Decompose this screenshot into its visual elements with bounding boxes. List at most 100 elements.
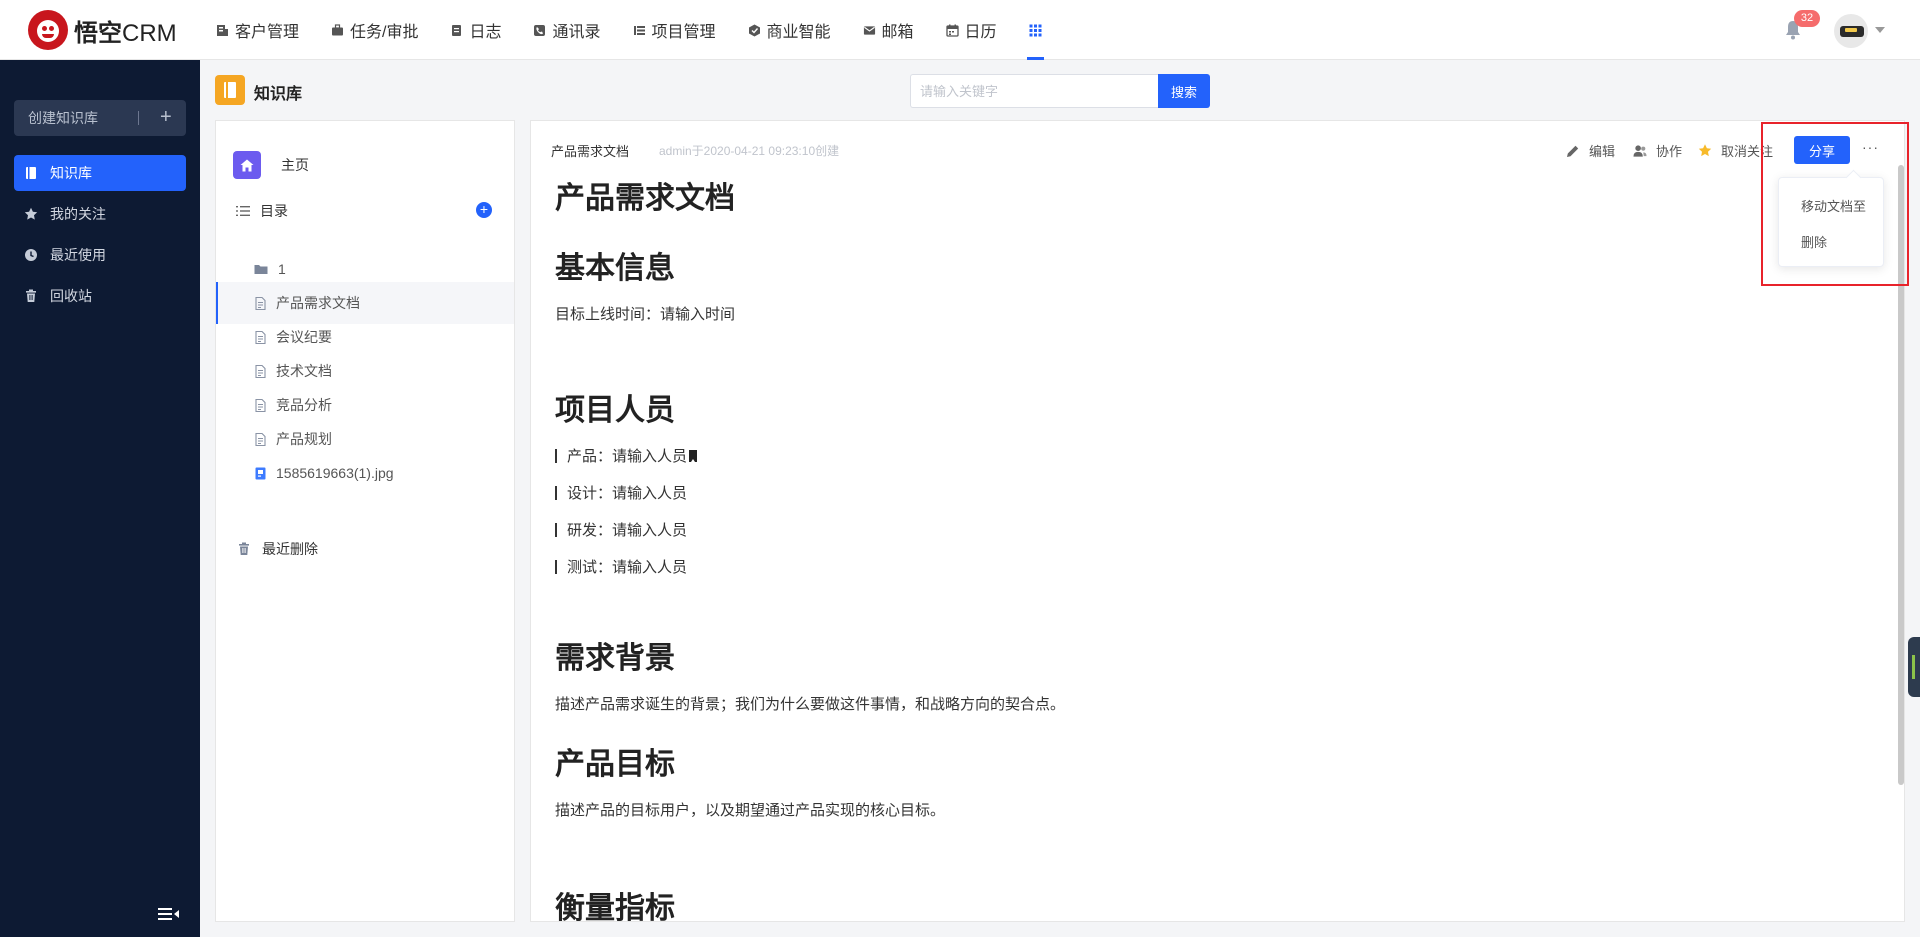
sidebar-item-recycle-bin[interactable]: 回收站 xyxy=(14,278,186,314)
side-tool-tab[interactable] xyxy=(1908,637,1920,697)
list-icon xyxy=(236,206,250,216)
section-heading: 产品目标 xyxy=(555,747,675,782)
directory-panel: 主页 目录 + 1 产品需求文档 会议纪要 技术文档 竞品分析 产品规划 158… xyxy=(215,120,515,922)
document-icon xyxy=(254,432,266,446)
nav-label: 项目管理 xyxy=(651,24,716,41)
list-item: 研发：请输入人员 xyxy=(555,519,687,540)
tree-item-label: 1 xyxy=(278,261,286,277)
nav-label: 邮箱 xyxy=(881,24,914,41)
image-file-icon xyxy=(254,466,266,480)
section-heading: 需求背景 xyxy=(555,641,675,676)
log-icon xyxy=(450,24,463,37)
section-heading: 项目人员 xyxy=(555,393,675,428)
nav-mail[interactable]: 邮箱 xyxy=(847,0,930,60)
document-icon xyxy=(254,364,266,378)
directory-label: 目录 xyxy=(260,203,288,219)
notification-badge: 32 xyxy=(1794,10,1820,27)
edit-button[interactable]: 编辑 xyxy=(1566,141,1615,160)
tree-item-label: 产品需求文档 xyxy=(276,295,360,311)
section-heading: 衡量指标 xyxy=(555,891,675,922)
paragraph: 描述产品需求诞生的背景；我们为什么要做这件事情，和战略方向的契合点。 xyxy=(555,696,1066,713)
divider xyxy=(138,111,139,125)
search-button[interactable]: 搜索 xyxy=(1158,74,1210,108)
nav-label: 商业智能 xyxy=(766,24,831,41)
clock-icon xyxy=(24,248,38,262)
pencil-icon xyxy=(1566,144,1580,158)
star-icon xyxy=(1698,144,1712,158)
plus-icon[interactable]: + xyxy=(160,106,172,129)
bi-icon xyxy=(748,24,761,37)
document-icon xyxy=(254,296,266,310)
main-nav: 客户管理 任务/审批 日志 通讯录 项目管理 商业智能 邮箱 日历 xyxy=(200,0,1058,60)
people-icon xyxy=(1633,144,1647,158)
page-title: 知识库 xyxy=(254,86,303,103)
home-label: 主页 xyxy=(281,157,309,173)
sidebar-item-label: 我的关注 xyxy=(50,206,106,222)
nav-label: 日历 xyxy=(964,24,997,41)
tree-item-label: 技术文档 xyxy=(276,363,332,379)
nav-log[interactable]: 日志 xyxy=(434,0,517,60)
book-icon xyxy=(24,166,38,180)
nav-calendar[interactable]: 日历 xyxy=(930,0,1013,60)
project-icon xyxy=(633,24,646,37)
sidebar-item-knowledge-base[interactable]: 知识库 xyxy=(14,155,186,191)
bookmark-icon xyxy=(689,449,698,462)
avatar[interactable] xyxy=(1834,14,1868,48)
nav-label: 通讯录 xyxy=(552,24,601,41)
star-icon xyxy=(24,207,38,221)
tree-home[interactable]: 主页 xyxy=(233,151,309,179)
knowledge-base-badge-icon xyxy=(215,75,245,105)
collaborate-button[interactable]: 协作 xyxy=(1633,141,1682,160)
tree-item-image[interactable]: 1585619663(1).jpg xyxy=(216,452,514,494)
nav-bi[interactable]: 商业智能 xyxy=(732,0,847,60)
top-bar: 悟空CRM 客户管理 任务/审批 日志 通讯录 项目管理 商业智能 邮箱 日历 … xyxy=(0,0,1920,60)
nav-label: 日志 xyxy=(469,24,502,41)
create-knowledge-base-button[interactable]: 创建知识库 + xyxy=(14,100,186,136)
document-icon xyxy=(254,330,266,344)
app-logo[interactable]: 悟空CRM xyxy=(28,10,177,50)
edit-label: 编辑 xyxy=(1589,144,1616,159)
chevron-down-icon[interactable] xyxy=(1875,27,1885,33)
app-grid-icon xyxy=(1029,24,1042,37)
collapse-sidebar-icon[interactable] xyxy=(158,906,180,922)
add-document-icon[interactable]: + xyxy=(476,202,492,218)
logo-text: 悟空CRM xyxy=(74,19,177,47)
nav-contacts[interactable]: 通讯录 xyxy=(517,0,616,60)
customer-icon xyxy=(216,24,229,37)
nav-customer[interactable]: 客户管理 xyxy=(200,0,315,60)
sidebar-item-label: 回收站 xyxy=(50,288,92,304)
nav-project[interactable]: 项目管理 xyxy=(617,0,732,60)
nav-label: 任务/审批 xyxy=(350,24,419,41)
recently-deleted-label: 最近删除 xyxy=(262,541,318,557)
sidebar-item-label: 最近使用 xyxy=(50,247,106,263)
list-item: 产品：请输入人员 xyxy=(555,445,698,466)
tree-recently-deleted[interactable]: 最近删除 xyxy=(238,539,318,559)
contacts-icon xyxy=(533,24,546,37)
tree-item-label: 1585619663(1).jpg xyxy=(276,465,394,481)
sidebar-item-my-follow[interactable]: 我的关注 xyxy=(14,196,186,232)
sidebar-item-recent[interactable]: 最近使用 xyxy=(14,237,186,273)
create-label: 创建知识库 xyxy=(28,110,98,126)
trash-icon xyxy=(24,289,38,303)
notification-bell[interactable]: 32 xyxy=(1784,10,1820,42)
paragraph: 目标上线时间：请输入时间 xyxy=(555,306,736,323)
home-icon xyxy=(233,151,261,179)
tree-directory-header: 目录 xyxy=(236,201,288,221)
document-meta: admin于2020-04-21 09:23:10创建 xyxy=(659,144,840,158)
briefcase-icon xyxy=(331,23,344,37)
list-item: 设计：请输入人员 xyxy=(555,482,687,503)
nav-apps[interactable] xyxy=(1013,0,1058,60)
mail-icon xyxy=(863,24,876,37)
nav-task[interactable]: 任务/审批 xyxy=(315,0,434,60)
tree-item-label: 竞品分析 xyxy=(276,397,332,413)
folder-icon xyxy=(254,262,268,276)
tree-item-label: 产品规划 xyxy=(276,431,332,447)
document-icon xyxy=(254,398,266,412)
paragraph: 描述产品的目标用户，以及期望通过产品实现的核心目标。 xyxy=(555,802,946,819)
annotation-highlight-box xyxy=(1761,122,1909,286)
document-title: 产品需求文档 xyxy=(555,181,735,216)
sidebar-item-label: 知识库 xyxy=(50,165,92,181)
nav-label: 客户管理 xyxy=(235,24,300,41)
document-breadcrumb: 产品需求文档 xyxy=(551,144,630,159)
search-input[interactable] xyxy=(910,74,1158,108)
